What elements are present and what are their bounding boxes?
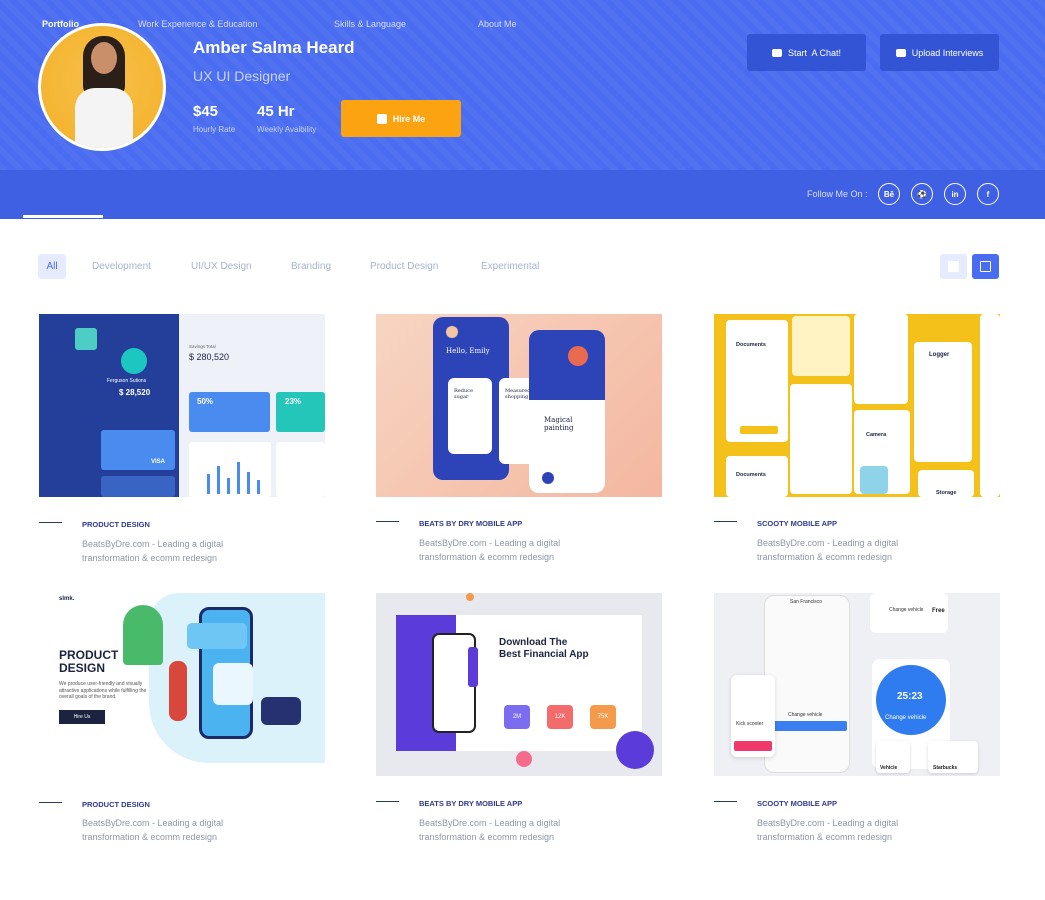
portfolio-thumbnail[interactable]: Download The Best Financial App 2M 12K 7… xyxy=(376,593,662,776)
hourly-rate-value: $45 xyxy=(193,103,219,120)
profile-role: UX UI Designer xyxy=(193,68,291,84)
filter-development[interactable]: Development xyxy=(92,261,151,272)
app-logo xyxy=(75,328,97,350)
card-category[interactable]: SCOOTY MOBILE APP xyxy=(757,519,837,528)
card-category[interactable]: BEATS BY DRY MOBILE APP xyxy=(419,799,522,808)
card-category[interactable]: BEATS BY DRY MOBILE APP xyxy=(419,519,522,528)
list-view-icon[interactable] xyxy=(972,254,999,279)
dribbble-icon[interactable]: ⚽ xyxy=(911,183,933,205)
card-description: BeatsByDre.com - Leading a digital trans… xyxy=(419,538,561,562)
filter-branding[interactable]: Branding xyxy=(291,261,331,272)
filter-all[interactable]: All xyxy=(38,254,66,279)
upload-interviews-label: Upload Interviews xyxy=(911,47,984,58)
weekly-hours-label: Weekly Avaibility xyxy=(257,125,317,134)
profile-name: Amber Salma Heard xyxy=(193,38,355,57)
filter-product-design[interactable]: Product Design xyxy=(370,261,438,272)
avatar xyxy=(121,348,147,374)
card-category[interactable]: PRODUCT DESIGN xyxy=(82,520,150,529)
facebook-icon[interactable]: f xyxy=(977,183,999,205)
upload-interviews-button[interactable]: Upload Interviews xyxy=(880,34,999,71)
card-description: BeatsByDre.com - Leading a digital trans… xyxy=(82,539,224,563)
card-category[interactable]: PRODUCT DESIGN xyxy=(82,800,150,809)
avatar xyxy=(38,23,166,151)
filter-experimental[interactable]: Experimental xyxy=(481,261,539,272)
hourly-rate-label: Hourly Rate xyxy=(193,125,236,134)
card-description: BeatsByDre.com - Leading a digital trans… xyxy=(757,538,899,562)
upload-icon xyxy=(895,48,906,57)
hire-me-label: Hire Me xyxy=(392,113,426,124)
behance-icon[interactable]: Bē xyxy=(878,183,900,205)
tab-about-me[interactable]: About Me xyxy=(478,19,517,29)
filter-uiux-design[interactable]: UI/UX Design xyxy=(191,261,252,272)
card-description: BeatsByDre.com - Leading a digital trans… xyxy=(757,818,899,842)
card-description: BeatsByDre.com - Leading a digital trans… xyxy=(82,818,224,842)
tab-skills-language[interactable]: Skills & Language xyxy=(334,19,406,29)
portfolio-thumbnail[interactable]: Ferguson Sutions $ 28,520 Savings Total … xyxy=(39,314,325,497)
briefcase-icon xyxy=(376,113,387,124)
follow-label: Follow Me On : xyxy=(807,189,868,199)
portfolio-thumbnail[interactable]: Documents Documents Camera Logger Storag… xyxy=(714,314,1000,497)
tab-portfolio[interactable]: Portfolio xyxy=(42,19,79,29)
chat-icon xyxy=(771,48,782,57)
linkedin-icon[interactable]: in xyxy=(944,183,966,205)
start-chat-label: Start A Chat! xyxy=(787,47,842,58)
tab-work-experience[interactable]: Work Experience & Education xyxy=(138,19,257,29)
portfolio-thumbnail[interactable]: Hello, Emily Reduce sugar Measured shopp… xyxy=(376,314,662,497)
grid-view-icon[interactable] xyxy=(940,254,967,279)
start-chat-button[interactable]: Start A Chat! xyxy=(747,34,866,71)
weekly-hours-value: 45 Hr xyxy=(257,103,295,120)
hire-me-button[interactable]: Hire Me xyxy=(341,100,461,137)
portfolio-thumbnail[interactable]: San Francisco Change vehicle Kick scoote… xyxy=(714,593,1000,776)
portfolio-thumbnail[interactable]: slmk. PRODUCT DESIGN We produce user-fri… xyxy=(39,593,325,776)
card-category[interactable]: SCOOTY MOBILE APP xyxy=(757,799,837,808)
card-description: BeatsByDre.com - Leading a digital trans… xyxy=(419,818,561,842)
active-tab-indicator xyxy=(23,215,103,218)
